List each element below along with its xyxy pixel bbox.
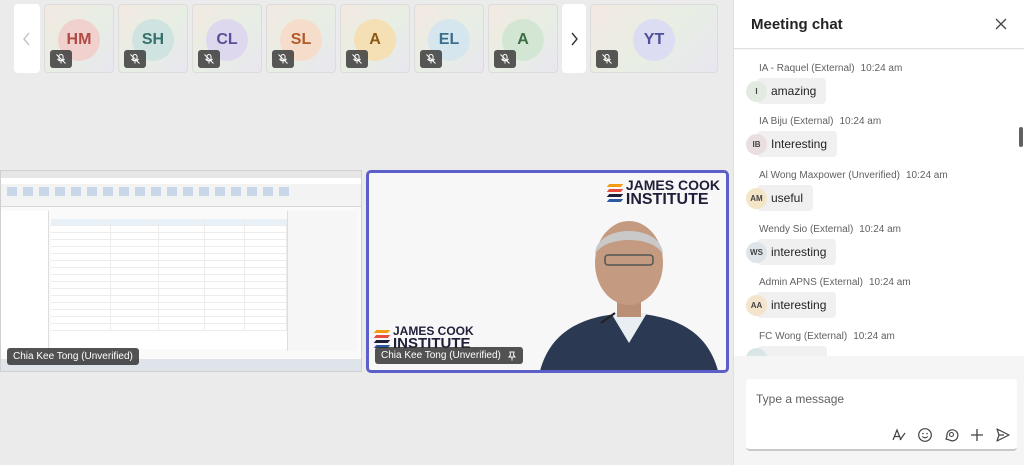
message-time: 10:24 am <box>839 116 882 127</box>
mic-muted-icon <box>346 50 368 68</box>
mic-muted-icon <box>272 50 294 68</box>
message-sender: Admin APNS (External) <box>759 277 863 288</box>
participant-tile[interactable]: SL <box>266 4 336 73</box>
message-sender: IA Biju (External) <box>759 116 834 127</box>
chat-message: IA - Raquel (External) 10:24 am Iamazing <box>746 63 902 104</box>
sender-avatar: I <box>746 80 767 102</box>
mic-muted-icon <box>124 50 146 68</box>
participant-avatar: YT <box>633 19 675 61</box>
mic-muted-icon <box>420 50 442 68</box>
message-sender: FC Wong (External) <box>759 331 848 342</box>
logo-line-1: JAMES COOK <box>625 177 720 193</box>
close-icon <box>995 18 1007 30</box>
spreadsheet-grid <box>51 219 287 349</box>
message-time: 10:24 am <box>905 170 948 181</box>
next-participants-button[interactable] <box>562 4 586 73</box>
mic-muted-icon <box>50 50 72 68</box>
mic-muted-icon <box>494 50 516 68</box>
participant-name-tag: Chia Kee Tong (Unverified) <box>375 347 523 364</box>
participant-tile[interactable]: A <box>488 4 558 73</box>
chat-message: Wendy Sio (External) 10:24 am WS interesti… <box>746 224 901 265</box>
send-button[interactable] <box>994 426 1011 443</box>
participant-tile[interactable]: HM <box>44 4 114 73</box>
message-bubble: interesting <box>757 292 837 318</box>
pin-icon[interactable] <box>507 351 517 361</box>
chat-message: IA Biju (External) 10:24 am IB Interesting <box>746 116 881 157</box>
emoji-button[interactable] <box>916 426 933 443</box>
message-time: 10:24 am <box>860 63 903 74</box>
participant-tile[interactable]: CL <box>192 4 262 73</box>
institute-logo: JAMES COOK INSTITUTE <box>606 177 720 208</box>
participant-tile[interactable]: A <box>340 4 410 73</box>
meeting-chat-panel: Meeting chat IA - Raquel (External) 10:24… <box>733 0 1024 465</box>
speaker-video[interactable]: JAMES COOK INSTITUTE JAMES COOK INSTITUT… <box>366 170 729 373</box>
sender-avatar: AA <box>746 294 767 316</box>
chat-message-list[interactable]: IA - Raquel (External) 10:24 am Iamazing … <box>734 50 1024 356</box>
format-pen-icon <box>891 427 905 440</box>
mic-muted-icon <box>596 50 618 68</box>
participant-tile[interactable]: SH <box>118 4 188 73</box>
message-composer[interactable]: Type a message <box>746 379 1017 451</box>
message-bubble: Interesting <box>757 131 838 157</box>
participant-name-tag: Chia Kee Tong (Unverified) <box>7 348 139 365</box>
sender-avatar: WS <box>746 241 767 263</box>
chat-title: Meeting chat <box>751 15 843 33</box>
attach-button[interactable] <box>968 426 985 443</box>
shared-screen-video[interactable]: Chia Kee Tong (Unverified) <box>0 170 362 372</box>
message-bubble: amazing <box>757 78 827 104</box>
chat-header: Meeting chat <box>734 0 1024 49</box>
composer-toolbar <box>890 426 1011 443</box>
compose-input[interactable]: Type a message <box>756 392 844 406</box>
speaker-name: Chia Kee Tong (Unverified) <box>381 350 501 361</box>
emoji-icon <box>917 427 932 442</box>
loop-component-button[interactable] <box>942 426 959 443</box>
message-bubble <box>757 346 827 356</box>
message-time: 10:24 am <box>859 224 901 235</box>
app-ribbon <box>1 171 361 207</box>
message-bubble: interesting <box>757 239 837 265</box>
participant-tile[interactable]: EL <box>414 4 484 73</box>
sender-avatar: IB <box>746 133 767 155</box>
participant-strip: HM SH CL SL A EL A YT <box>14 4 718 74</box>
message-sender: Wendy Sio (External) <box>759 224 854 235</box>
chat-message: Al Wong Maxpower (Unverified) 10:24 am AM… <box>746 170 948 211</box>
message-time: 10:24 am <box>853 331 895 342</box>
speaker-figure <box>540 221 718 370</box>
participant-tile[interactable]: YT <box>590 4 718 73</box>
mic-muted-icon <box>198 50 220 68</box>
plus-icon <box>970 428 983 441</box>
loop-icon <box>944 428 958 441</box>
format-button[interactable] <box>890 426 907 443</box>
chat-scrollbar[interactable] <box>1019 127 1023 147</box>
chat-message: FC Wong (External) 10:24 am <box>746 331 895 356</box>
chat-message: Admin APNS (External) 10:24 am AA interest… <box>746 277 911 318</box>
message-sender: Al Wong Maxpower (Unverified) <box>759 170 900 181</box>
queries-pane <box>1 211 49 351</box>
send-icon <box>995 427 1010 442</box>
previous-participants-button[interactable] <box>14 4 40 73</box>
message-time: 10:24 am <box>868 277 911 288</box>
query-settings-pane <box>287 211 357 351</box>
sender-avatar: AM <box>746 187 767 209</box>
close-chat-button[interactable] <box>992 15 1010 33</box>
message-sender: IA - Raquel (External) <box>759 63 855 74</box>
chevron-left-icon <box>23 32 30 45</box>
chevron-right-icon <box>571 32 578 45</box>
